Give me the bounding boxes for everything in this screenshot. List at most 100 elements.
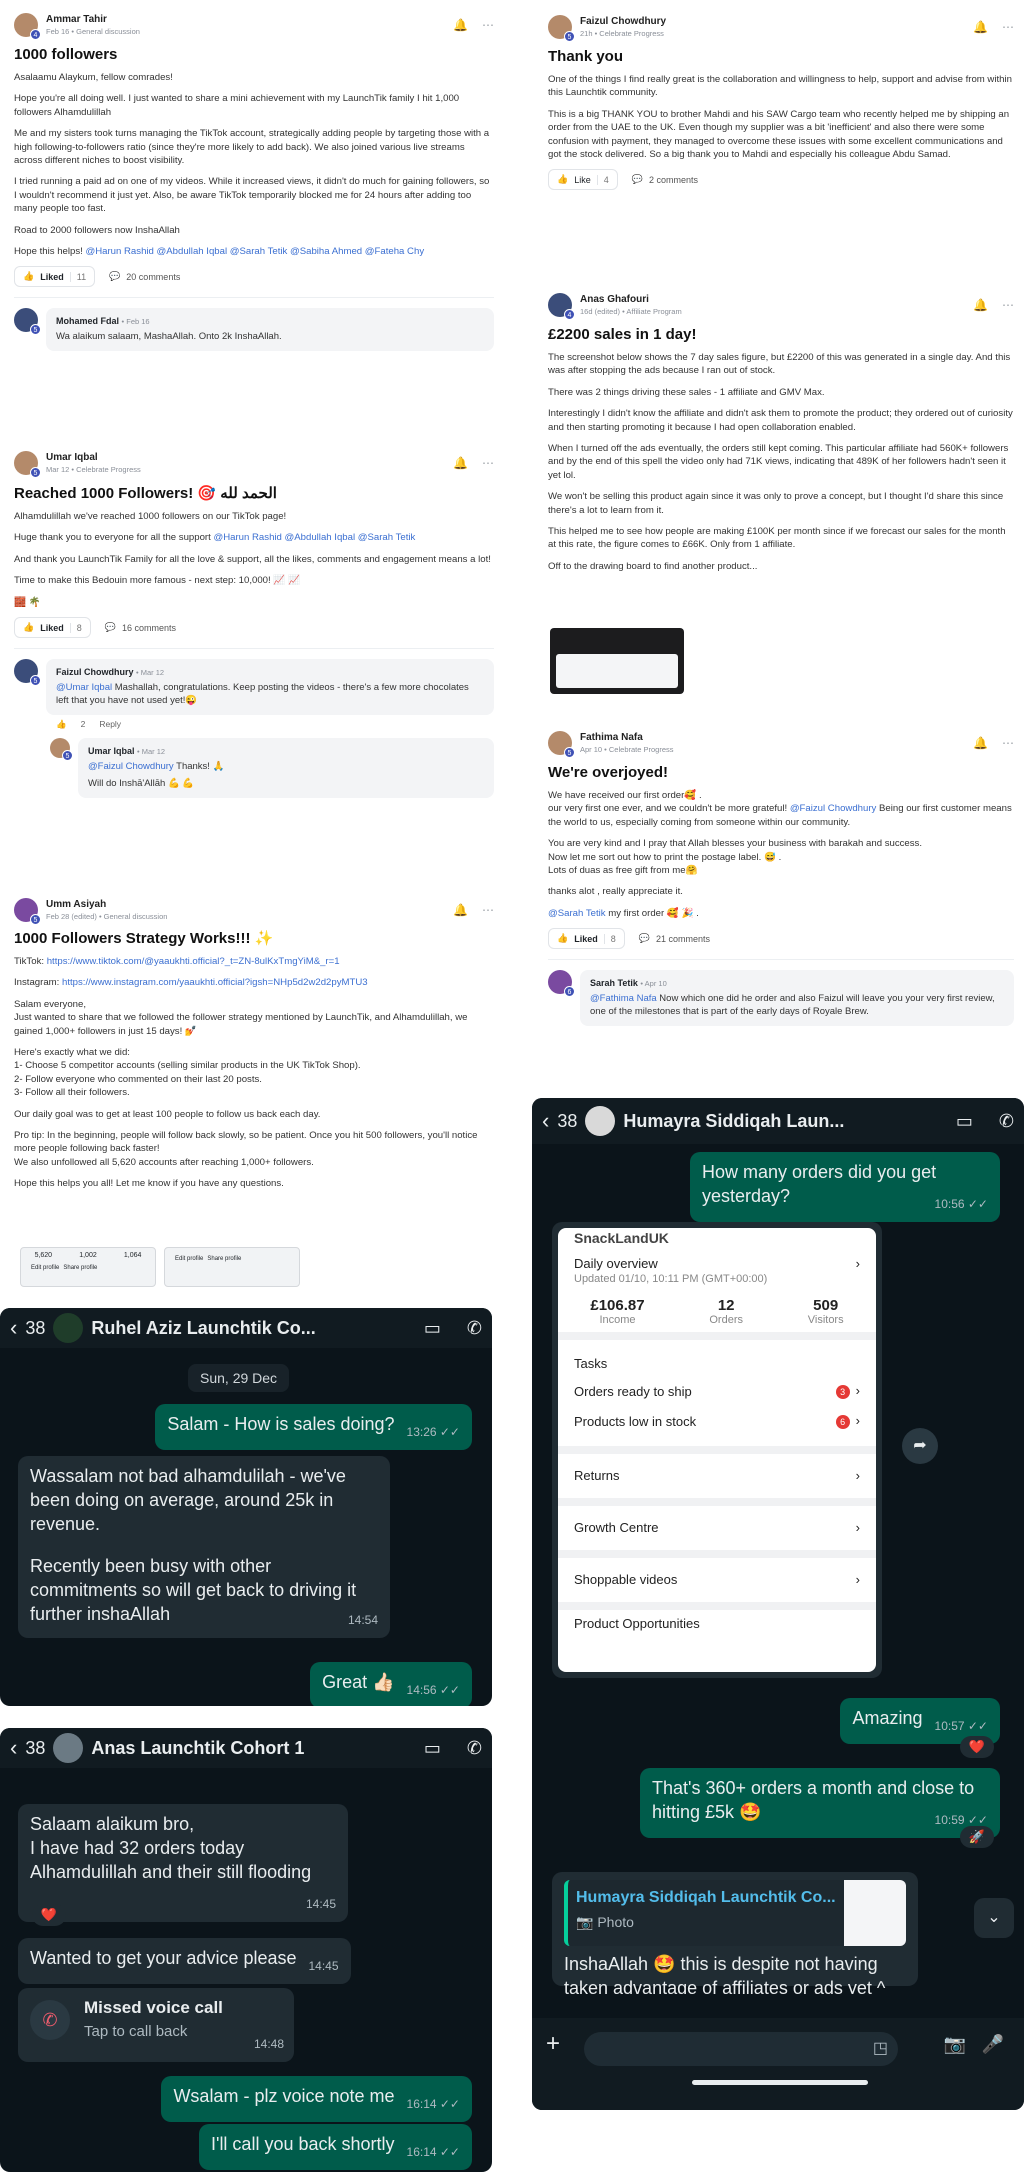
sales-screenshot-thumbnail[interactable] (550, 628, 684, 694)
message-out[interactable]: Great 👍🏻 14:56 ✓✓ (310, 1662, 472, 1706)
avatar[interactable] (53, 1313, 84, 1343)
mention[interactable]: @Umar Iqbal (56, 682, 112, 693)
mention[interactable]: @Faizul Chowdhury (790, 803, 877, 814)
message-out[interactable]: I'll call you back shortly 16:14 ✓✓ (199, 2124, 472, 2170)
reaction[interactable]: ❤️ (32, 1904, 66, 1926)
post-author[interactable]: Umm Asiyah (46, 899, 167, 910)
plus-icon[interactable]: + (546, 2030, 560, 2058)
like-button[interactable]: 👍 Like 4 (548, 169, 618, 191)
avatar[interactable]: 4 (14, 13, 41, 40)
message-in[interactable]: Wassalam not bad alhamdulilah - we've be… (18, 1456, 390, 1638)
chat-name[interactable]: Humayra Siddiqah Laun... (623, 1111, 930, 1132)
comment-author[interactable]: Sarah Tetik (590, 978, 638, 988)
avatar[interactable]: 4 (548, 293, 575, 320)
post-author[interactable]: Fathima Nafa (580, 732, 674, 743)
like-button[interactable]: 👍 Liked 11 (14, 266, 96, 288)
message-out[interactable]: That's 360+ orders a month and close to … (640, 1768, 1000, 1838)
back-icon[interactable]: ‹ (10, 1315, 17, 1341)
phone-icon[interactable]: ✆ (467, 1738, 482, 1759)
post-author[interactable]: Faizul Chowdhury (580, 16, 666, 27)
post-title[interactable]: 1000 Followers Strategy Works!!! ✨ (14, 929, 494, 947)
back-icon[interactable]: ‹ (542, 1108, 549, 1134)
message-in[interactable]: Salaam alaikum bro, I have had 32 orders… (18, 1804, 348, 1922)
more-icon[interactable]: ⋯ (482, 18, 494, 32)
camera-icon[interactable]: 📷 (944, 2034, 966, 2055)
reply-button[interactable]: Reply (99, 719, 121, 730)
post-title[interactable]: 1000 followers (14, 46, 494, 63)
like-button[interactable]: 👍 Liked 8 (14, 617, 91, 639)
forward-icon[interactable]: ➦ (902, 1428, 938, 1464)
more-icon[interactable]: ⋯ (482, 456, 494, 470)
message-input[interactable]: ◳ (584, 2032, 898, 2066)
sticker-icon[interactable]: ◳ (873, 2038, 888, 2058)
post-meta: Feb 16 • General discussion (46, 27, 140, 36)
more-icon[interactable]: ⋯ (482, 903, 494, 917)
reaction[interactable]: 🚀 (960, 1826, 994, 1848)
video-call-icon[interactable]: ▭ (424, 1738, 441, 1759)
tiktok-link[interactable]: https://www.tiktok.com/@yaaukhti.officia… (47, 956, 340, 967)
back-icon[interactable]: ‹ (10, 1735, 17, 1761)
avatar[interactable]: 5 (14, 308, 41, 336)
bell-icon[interactable]: 🔔 (973, 298, 988, 312)
comment-date: • Feb 16 (121, 317, 150, 327)
message-in[interactable]: Wanted to get your advice please 14:45 (18, 1938, 351, 1984)
instagram-link[interactable]: https://www.instagram.com/yaaukhti.offic… (62, 977, 368, 988)
mentions[interactable]: @Harun Rashid @Abdullah Iqbal @Sarah Tet… (213, 532, 415, 543)
mic-icon[interactable]: 🎤 (982, 2034, 1004, 2055)
avatar[interactable] (585, 1106, 616, 1136)
post-author[interactable]: Ammar Tahir (46, 14, 140, 25)
comments-button[interactable]: 💬 2 comments (632, 174, 698, 185)
post-title[interactable]: £2200 sales in 1 day! (548, 326, 1014, 343)
message-out[interactable]: Wsalam - plz voice note me 16:14 ✓✓ (161, 2076, 472, 2122)
post-title[interactable]: Thank you (548, 48, 1014, 65)
avatar[interactable]: 5 (548, 731, 575, 758)
avatar[interactable] (53, 1733, 84, 1763)
comments-button[interactable]: 💬 21 comments (639, 933, 710, 944)
avatar[interactable]: 5 (14, 451, 41, 478)
comments-button[interactable]: 💬 20 comments (109, 271, 180, 282)
more-icon[interactable]: ⋯ (1002, 736, 1014, 750)
avatar[interactable]: 5 (14, 898, 41, 925)
post-title[interactable]: We're overjoyed! (548, 764, 1014, 781)
chat-name[interactable]: Anas Launchtik Cohort 1 (91, 1738, 398, 1759)
screenshot-thumbnail[interactable]: Edit profile Share profile (164, 1247, 300, 1287)
comments-button[interactable]: 💬 16 comments (105, 622, 176, 633)
avatar[interactable]: 6 (548, 970, 575, 998)
scroll-down-button[interactable]: ⌄ (974, 1898, 1014, 1938)
video-call-icon[interactable]: ▭ (424, 1318, 441, 1339)
bell-icon[interactable]: 🔔 (973, 20, 988, 34)
video-call-icon[interactable]: ▭ (956, 1111, 973, 1132)
like-button[interactable]: 👍 Liked 8 (548, 928, 625, 950)
message-out[interactable]: How many orders did you get yesterday? 10… (690, 1152, 1000, 1222)
mentions[interactable]: @Harun Rashid @Abdullah Iqbal @Sarah Tet… (85, 246, 424, 257)
phone-icon[interactable]: ✆ (999, 1111, 1014, 1132)
thumbs-up-icon[interactable]: 👍 (56, 719, 67, 730)
message-in[interactable]: Humayra Siddiqah Launchtik Co... 📷 Photo… (552, 1872, 918, 1994)
comment-author[interactable]: Mohamed Fdal (56, 316, 119, 326)
bell-icon[interactable]: 🔔 (453, 903, 468, 917)
bell-icon[interactable]: 🔔 (453, 456, 468, 470)
bell-icon[interactable]: 🔔 (453, 18, 468, 32)
mention[interactable]: @Fathima Nafa (590, 993, 657, 1004)
post-author[interactable]: Anas Ghafouri (580, 294, 682, 305)
avatar[interactable]: 5 (548, 15, 575, 42)
post-title[interactable]: Reached 1000 Followers! 🎯 الحمد لله (14, 484, 494, 502)
comment-author[interactable]: Faizul Chowdhury (56, 667, 134, 677)
reaction[interactable]: ❤️ (960, 1736, 994, 1758)
avatar[interactable]: 5 (50, 738, 73, 762)
bell-icon[interactable]: 🔔 (973, 736, 988, 750)
chat-name[interactable]: Ruhel Aziz Launchtik Co... (91, 1318, 398, 1339)
post-author[interactable]: Umar Iqbal (46, 452, 141, 463)
phone-icon[interactable]: ✆ (467, 1318, 482, 1339)
more-icon[interactable]: ⋯ (1002, 298, 1014, 312)
message-out[interactable]: Salam - How is sales doing? 13:26 ✓✓ (155, 1404, 472, 1450)
mention[interactable]: @Sarah Tetik (548, 908, 606, 919)
screenshot-thumbnail[interactable]: 5,620 1,002 1,064 Edit profile Share pro… (20, 1247, 156, 1287)
image-message[interactable]: SnackLandUK Daily overview › Updated 01/1… (552, 1222, 882, 1678)
mention[interactable]: @Faizul Chowdhury (88, 761, 174, 772)
avatar[interactable]: 5 (14, 659, 41, 687)
more-icon[interactable]: ⋯ (1002, 20, 1014, 34)
missed-call[interactable]: ✆ Missed voice call Tap to call back 14:… (18, 1988, 294, 2062)
quoted-message[interactable]: Humayra Siddiqah Launchtik Co... 📷 Photo (564, 1880, 906, 1946)
comment-author[interactable]: Umar Iqbal (88, 746, 135, 756)
